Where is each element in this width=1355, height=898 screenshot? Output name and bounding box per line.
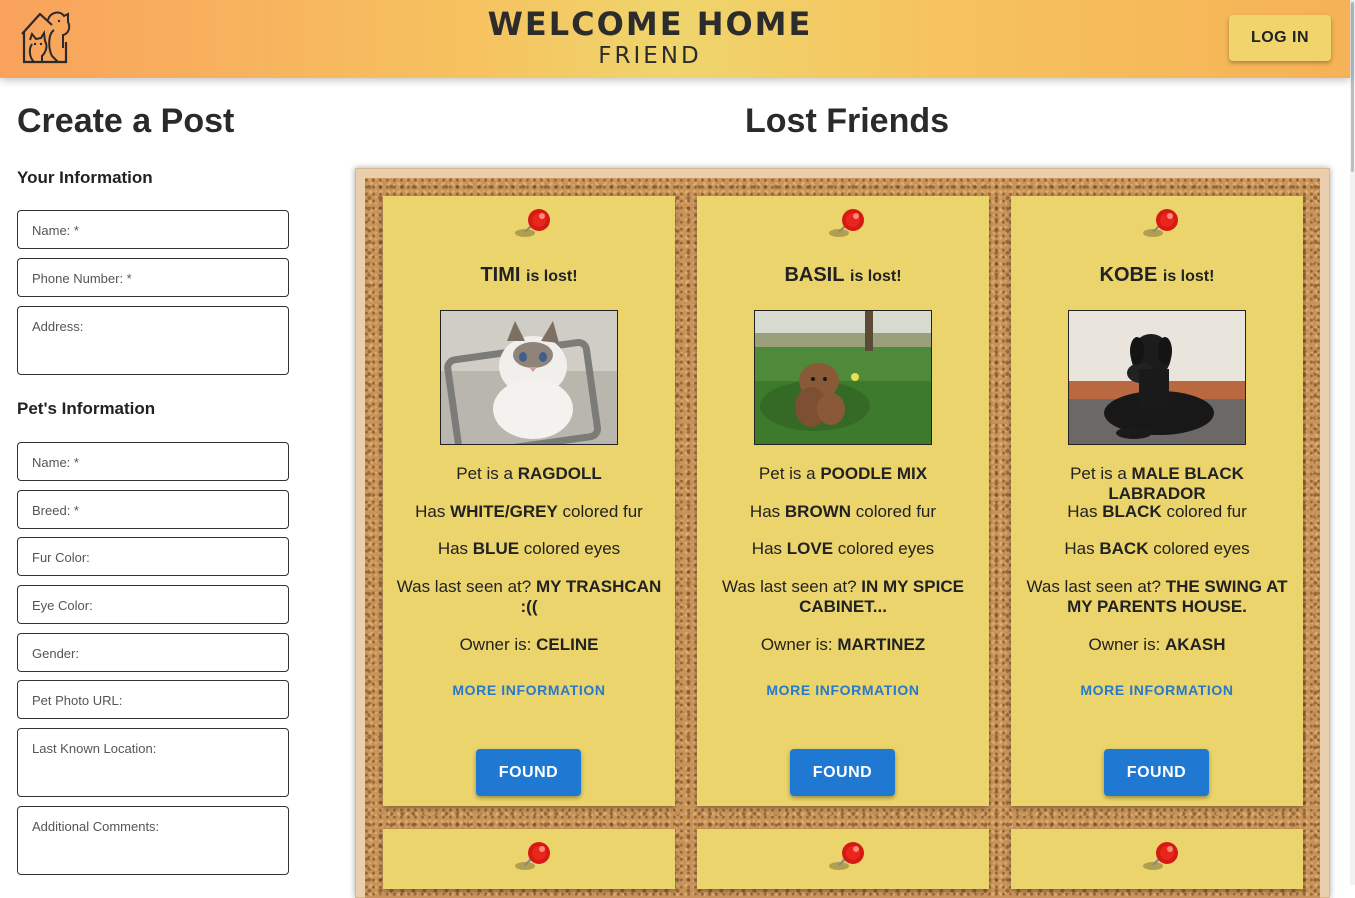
fur-line: Has BROWN colored fur bbox=[749, 502, 937, 521]
more-information-link[interactable]: MORE INFORMATION bbox=[697, 682, 989, 698]
pet-card bbox=[697, 829, 989, 889]
your-information-label: Your Information bbox=[17, 168, 153, 187]
additional-comments-field[interactable]: Additional Comments: bbox=[17, 806, 289, 875]
lost-label: is lost! bbox=[850, 268, 902, 285]
gender-field[interactable]: Gender: bbox=[17, 633, 289, 672]
fur-color: BROWN bbox=[784, 502, 851, 521]
fur-line: Has WHITE/GREY colored fur bbox=[415, 502, 643, 521]
lost-friends-title: Lost Friends bbox=[745, 102, 950, 140]
red-pushpin-icon bbox=[1143, 209, 1178, 237]
more-information-link[interactable]: MORE INFORMATION bbox=[1011, 682, 1303, 698]
found-button[interactable]: FOUND bbox=[476, 749, 581, 796]
pet-photo bbox=[1068, 310, 1246, 445]
eyes-line: Has LOVE colored eyes bbox=[751, 539, 935, 558]
owner-phone-field[interactable]: Phone Number: * bbox=[17, 258, 289, 297]
pets-house-icon[interactable] bbox=[18, 8, 72, 66]
fur-color: WHITE/GREY bbox=[450, 502, 558, 521]
login-button[interactable]: LOG IN bbox=[1229, 15, 1331, 61]
pet-card-title: BASIL is lost! bbox=[697, 264, 989, 287]
pet-type-line: Pet is a RAGDOLL bbox=[456, 464, 602, 483]
pet-card bbox=[383, 829, 675, 889]
fur-line: Has BLACK colored fur bbox=[1067, 502, 1247, 521]
pet-card bbox=[1011, 829, 1303, 889]
pet-name-field[interactable]: Name: * bbox=[17, 442, 289, 481]
found-button[interactable]: FOUND bbox=[790, 749, 895, 796]
owner-name: AKASH bbox=[1165, 635, 1226, 654]
top-bar: WELCOME HOME FRIEND LOG IN bbox=[0, 0, 1350, 78]
owner-name-field[interactable]: Name: * bbox=[17, 210, 289, 249]
pet-type: POODLE MIX bbox=[820, 464, 928, 483]
eye-color: BLUE bbox=[472, 539, 520, 558]
pet-card: KOBE is lost! Pet is a MALE BLACK LABRAD… bbox=[1011, 196, 1303, 806]
owner-line: Owner is: AKASH bbox=[1088, 635, 1226, 654]
lost-label: is lost! bbox=[1162, 268, 1215, 285]
red-pushpin-icon bbox=[829, 209, 864, 237]
pet-card: BASIL is lost! Pet is a POODLE MIX Has B… bbox=[697, 196, 989, 806]
last-known-location-field[interactable]: Last Known Location: bbox=[17, 728, 289, 797]
pet-name: BASIL bbox=[784, 264, 845, 286]
fur-color: BLACK bbox=[1102, 502, 1162, 521]
owner-line: Owner is: CELINE bbox=[459, 635, 599, 654]
pet-card-title: KOBE is lost! bbox=[1011, 264, 1303, 287]
last-seen: MY TRASHCAN :(( bbox=[520, 577, 662, 616]
found-button[interactable]: FOUND bbox=[1104, 749, 1209, 796]
owner-address-field[interactable]: Address: bbox=[17, 306, 289, 375]
brand-title: WELCOME HOME bbox=[487, 5, 813, 43]
eye-color-field[interactable]: Eye Color: bbox=[17, 585, 289, 624]
pet-photo bbox=[754, 310, 932, 445]
pet-card: TIMI is lost! Pet is a RAGDOLL Has WHITE… bbox=[383, 196, 675, 806]
owner-name: MARTINEZ bbox=[837, 635, 926, 654]
brand-subtitle: FRIEND bbox=[598, 43, 702, 69]
red-pushpin-icon bbox=[829, 842, 864, 870]
pet-photo-url-field[interactable]: Pet Photo URL: bbox=[17, 680, 289, 719]
pet-name: TIMI bbox=[480, 264, 521, 286]
pet-photo bbox=[440, 310, 618, 445]
red-pushpin-icon bbox=[515, 209, 550, 237]
lost-label: is lost! bbox=[526, 268, 578, 285]
eye-color: BACK bbox=[1099, 539, 1149, 558]
eye-color: LOVE bbox=[786, 539, 834, 558]
more-information-link[interactable]: MORE INFORMATION bbox=[383, 682, 675, 698]
pet-information-label: Pet's Information bbox=[17, 399, 156, 418]
last-seen-line: Was last seen at? THE SWING AT MY PARENT… bbox=[1026, 577, 1288, 616]
red-pushpin-icon bbox=[515, 842, 550, 870]
pet-type: RAGDOLL bbox=[517, 464, 602, 483]
pet-breed-field[interactable]: Breed: * bbox=[17, 490, 289, 529]
pet-type-line: Pet is a POODLE MIX bbox=[758, 464, 928, 483]
last-seen-line: Was last seen at? MY TRASHCAN :(( bbox=[396, 577, 662, 616]
pet-card-title: TIMI is lost! bbox=[383, 264, 675, 287]
red-pushpin-icon bbox=[1143, 842, 1178, 870]
fur-color-field[interactable]: Fur Color: bbox=[17, 537, 289, 576]
scrollbar-thumb[interactable] bbox=[1351, 2, 1354, 172]
pet-type: MALE BLACK LABRADOR bbox=[1108, 464, 1244, 503]
eyes-line: Has BACK colored eyes bbox=[1064, 539, 1250, 558]
pet-type-line: Pet is a MALE BLACK LABRADOR bbox=[1070, 464, 1244, 503]
create-post-title: Create a Post bbox=[17, 102, 235, 140]
owner-line: Owner is: MARTINEZ bbox=[760, 635, 926, 654]
pet-name: KOBE bbox=[1099, 264, 1158, 286]
site-brand[interactable]: WELCOME HOME FRIEND bbox=[470, 4, 830, 68]
last-seen-line: Was last seen at? IN MY SPICE CABINET... bbox=[722, 577, 964, 616]
eyes-line: Has BLUE colored eyes bbox=[437, 539, 621, 558]
owner-name: CELINE bbox=[536, 635, 599, 654]
